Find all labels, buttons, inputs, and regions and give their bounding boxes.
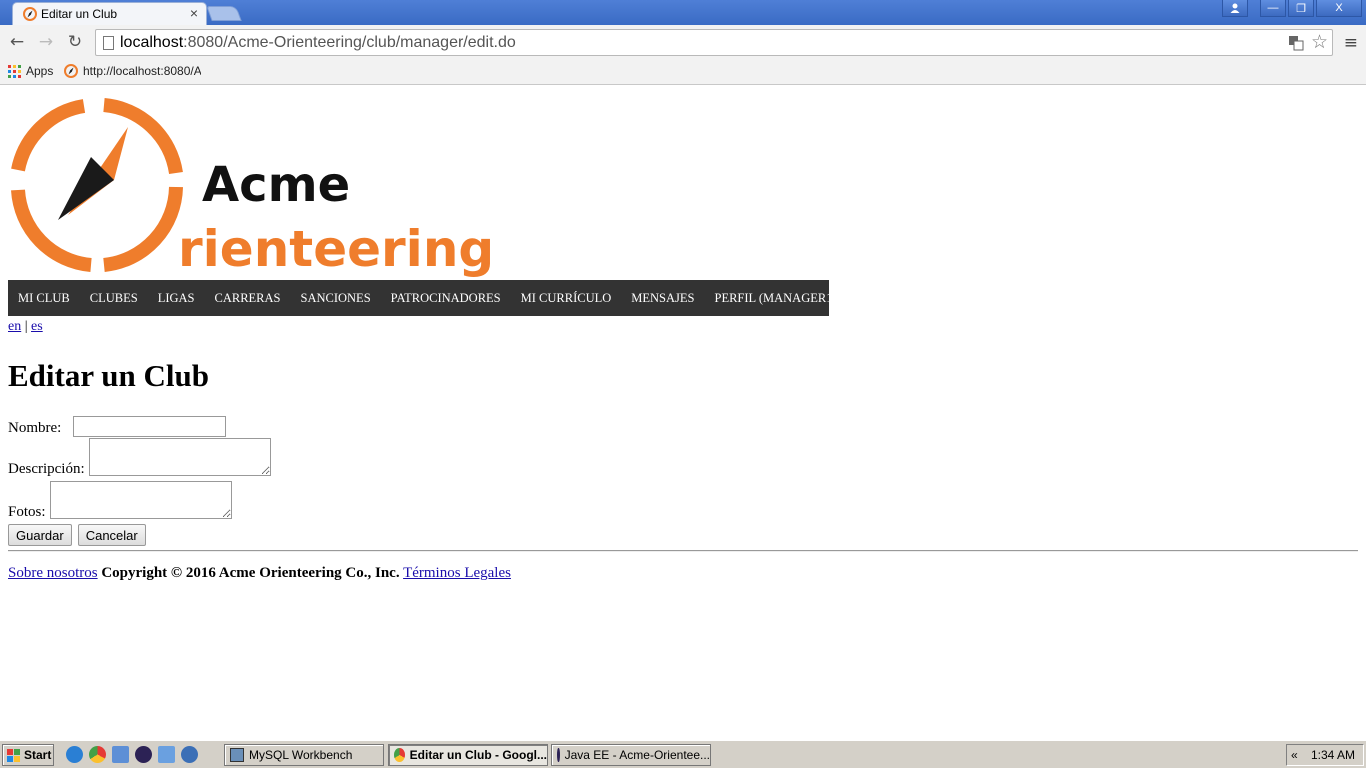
mysql-workbench-icon <box>230 748 244 762</box>
bookmark-localhost[interactable]: http://localhost:8080/Ac <box>64 64 201 78</box>
chrome-icon[interactable] <box>89 746 106 763</box>
address-bar[interactable]: localhost:8080/Acme-Orienteering/club/ma… <box>95 29 1333 56</box>
menu-item-clubes[interactable]: CLUBES <box>80 291 148 306</box>
window-controls: — ❐ X <box>1222 0 1362 18</box>
eclipse-icon <box>557 748 560 762</box>
taskbar-item-label: MySQL Workbench <box>249 748 353 762</box>
apps-grid-icon <box>8 64 21 78</box>
logo-text-orienteering: rienteering <box>178 220 494 278</box>
menu-item-sanciones[interactable]: SANCIONES <box>291 291 381 306</box>
network-icon[interactable] <box>181 746 198 763</box>
bookmark-star-icon[interactable]: ☆ <box>1311 31 1328 53</box>
menu-item-patrocinadores[interactable]: PATROCINADORES <box>381 291 511 306</box>
chrome-menu-icon[interactable]: ≡ <box>1344 33 1358 53</box>
lang-separator: | <box>24 319 28 334</box>
user-profile-icon[interactable] <box>1222 0 1248 17</box>
descripcion-row: Descripción: <box>8 438 271 477</box>
descripcion-label: Descripción: <box>8 461 85 477</box>
url-host: localhost <box>120 34 184 51</box>
url-text[interactable]: localhost:8080/Acme-Orienteering/club/ma… <box>120 34 516 52</box>
fotos-textarea[interactable] <box>49 481 232 519</box>
taskbar-item-label: Java EE - Acme-Orientee... <box>564 748 710 762</box>
clock[interactable]: 1:34 AM <box>1311 748 1355 762</box>
descripcion-textarea[interactable] <box>88 438 271 476</box>
page-title: Editar un Club <box>8 358 210 393</box>
taskbar-item-eclipse[interactable]: Java EE - Acme-Orientee... <box>551 744 711 766</box>
menu-item-mi-club[interactable]: MI CLUB <box>8 291 80 306</box>
bookmark-apps[interactable]: Apps <box>8 64 53 78</box>
bookmark-localhost-label: http://localhost:8080/Ac <box>83 64 201 78</box>
forward-arrow-icon[interactable]: → <box>36 32 56 52</box>
nombre-row: Nombre: <box>8 416 227 437</box>
compass-favicon-icon <box>23 7 37 21</box>
about-us-link[interactable]: Sobre nosotros <box>8 565 98 581</box>
tray-expand-chevron-icon[interactable]: « <box>1291 748 1298 762</box>
menu-item-mi-curriculo[interactable]: MI CURRÍCULO <box>511 291 622 306</box>
system-tray: « 1:34 AM <box>1286 744 1364 766</box>
language-switcher: en | es <box>8 319 43 335</box>
fotos-row: Fotos: <box>8 481 232 520</box>
compass-favicon-icon <box>64 64 78 78</box>
logo-text-acme: Acme <box>202 157 350 213</box>
legal-terms-link[interactable]: Términos Legales <box>403 565 511 581</box>
menu-item-mensajes[interactable]: MENSAJES <box>621 291 704 306</box>
bookmarks-bar: Apps http://localhost:8080/Ac <box>0 60 1366 85</box>
nombre-label: Nombre: <box>8 420 62 436</box>
bookmark-apps-label: Apps <box>26 64 54 78</box>
menu-item-ligas[interactable]: LIGAS <box>148 291 205 306</box>
nombre-input[interactable] <box>73 416 227 437</box>
internet-explorer-icon[interactable] <box>66 746 83 763</box>
url-path: :8080/Acme-Orienteering/club/manager/edi… <box>183 34 516 51</box>
translate-icon[interactable] <box>1288 35 1304 51</box>
close-window-button[interactable]: X <box>1316 0 1362 17</box>
acme-orienteering-logo[interactable]: Acme rienteering <box>8 98 508 278</box>
eclipse-icon[interactable] <box>135 746 152 763</box>
back-arrow-icon[interactable]: ← <box>7 32 27 52</box>
lang-en-link[interactable]: en <box>8 319 21 334</box>
cancel-button[interactable]: Cancelar <box>77 524 146 546</box>
tab-close-icon[interactable]: × <box>190 5 198 21</box>
form-buttons: Guardar Cancelar <box>8 524 146 546</box>
taskbar-item-chrome[interactable]: Editar un Club - Googl... <box>388 744 548 766</box>
chrome-icon <box>394 748 405 762</box>
logo-graphic: Acme rienteering <box>11 98 494 278</box>
fotos-label: Fotos: <box>8 504 46 520</box>
start-button[interactable]: Start <box>2 744 54 766</box>
minimize-button[interactable]: — <box>1260 0 1286 17</box>
footer: Sobre nosotros Copyright © 2016 Acme Ori… <box>8 565 511 582</box>
menu-item-perfil[interactable]: PERFIL (MANAGER1) <box>705 291 847 306</box>
file-manager-icon[interactable] <box>112 746 129 763</box>
control-panel-icon[interactable] <box>158 746 175 763</box>
browser-tab[interactable]: Editar un Club × <box>12 2 207 25</box>
main-menu: MI CLUB CLUBES LIGAS CARRERAS SANCIONES … <box>8 280 837 316</box>
restore-button[interactable]: ❐ <box>1288 0 1314 17</box>
browser-titlebar: Editar un Club × — ❐ X <box>0 0 1366 25</box>
taskbar-item-label: Editar un Club - Googl... <box>409 748 547 762</box>
new-tab-button[interactable] <box>206 6 242 21</box>
lang-es-link[interactable]: es <box>31 319 43 334</box>
footer-divider <box>8 550 1358 552</box>
taskbar-item-mysql[interactable]: MySQL Workbench <box>224 744 384 766</box>
tab-title: Editar un Club <box>41 7 118 21</box>
reload-icon[interactable]: ↻ <box>65 32 85 52</box>
save-button[interactable]: Guardar <box>8 524 72 546</box>
windows-logo-icon <box>7 748 21 762</box>
quick-launch <box>66 746 198 763</box>
copyright-text: Copyright © 2016 Acme Orienteering Co., … <box>101 565 400 581</box>
start-label: Start <box>24 748 52 762</box>
menu-item-carreras[interactable]: CARRERAS <box>205 291 291 306</box>
browser-toolbar: ← → ↻ localhost:8080/Acme-Orienteering/c… <box>0 25 1366 60</box>
page-icon <box>103 36 114 50</box>
windows-taskbar: Start MySQL Workbench Editar un Club - G… <box>0 740 1366 768</box>
